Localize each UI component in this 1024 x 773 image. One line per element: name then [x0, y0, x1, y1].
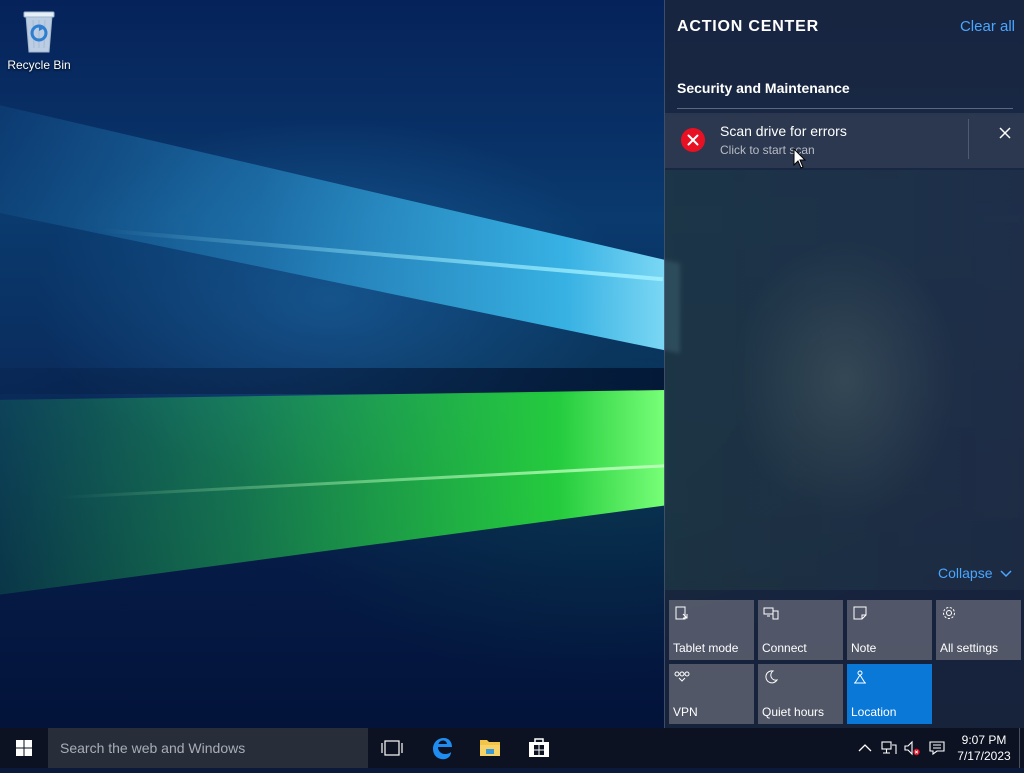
collapse-label: Collapse	[938, 565, 993, 581]
quick-action-label: Quiet hours	[762, 705, 825, 719]
task-view-icon	[381, 740, 403, 756]
quick-action-note[interactable]: Note	[847, 600, 932, 660]
quick-action-quiet-hours[interactable]: Quiet hours	[758, 664, 843, 724]
collapse-button[interactable]: Collapse	[938, 565, 1012, 581]
quick-action-label: VPN	[673, 705, 698, 719]
store-button[interactable]	[515, 728, 563, 768]
quick-action-location[interactable]: Location	[847, 664, 932, 724]
clock-date: 7/17/2023	[957, 749, 1011, 763]
vpn-icon	[674, 671, 690, 682]
moon-icon	[765, 670, 779, 684]
taskbar-search-box[interactable]: Search the web and Windows	[48, 728, 368, 768]
desktop-icon-recycle-bin[interactable]: Recycle Bin	[6, 8, 72, 72]
action-center-header: ACTION CENTER Clear all	[677, 18, 1015, 40]
edge-icon	[433, 738, 452, 760]
store-icon	[529, 738, 549, 757]
wallpaper-light-beam-top	[0, 57, 680, 364]
note-icon	[853, 606, 867, 620]
action-center-panel: ACTION CENTER Clear all Security and Mai…	[664, 0, 1024, 728]
quick-action-label: Note	[851, 641, 877, 655]
task-view-button[interactable]	[368, 728, 416, 768]
quick-action-label: Connect	[762, 641, 807, 655]
taskbar-clock[interactable]: 9:07 PM 7/17/2023	[950, 732, 1018, 764]
tablet-mode-icon	[675, 606, 688, 620]
network-icon[interactable]	[880, 739, 898, 757]
clock-time: 9:07 PM	[961, 733, 1007, 747]
notification-group-header[interactable]: Security and Maintenance	[677, 80, 1013, 109]
volume-muted-icon[interactable]	[903, 739, 921, 757]
chevron-up-icon[interactable]	[856, 739, 874, 757]
file-explorer-button[interactable]	[466, 728, 514, 768]
quick-action-label: Tablet mode	[673, 641, 739, 655]
recycle-bin-icon	[20, 8, 58, 54]
gear-icon	[943, 607, 955, 619]
action-center-backdrop	[665, 170, 1024, 590]
connect-icon	[763, 607, 779, 620]
quick-action-tablet-mode[interactable]: Tablet mode	[669, 600, 754, 660]
quick-action-label: All settings	[940, 641, 999, 655]
close-icon[interactable]	[995, 123, 1015, 143]
edge-button[interactable]	[418, 728, 466, 768]
quick-action-label: Location	[851, 705, 897, 719]
windows-logo-icon	[16, 740, 32, 756]
quick-action-vpn[interactable]: VPN	[669, 664, 754, 724]
action-center-title: ACTION CENTER	[677, 18, 819, 35]
error-icon	[681, 128, 705, 152]
taskbar: Search the web and Windows 9:07 PM 7/17/…	[0, 728, 1024, 768]
wallpaper-dark-band	[0, 368, 665, 394]
show-desktop-button[interactable]	[1019, 728, 1024, 768]
start-button[interactable]	[0, 728, 48, 768]
chevron-down-icon	[1000, 570, 1012, 578]
recycle-bin-label: Recycle Bin	[7, 58, 71, 72]
notification-separator	[968, 119, 969, 159]
search-placeholder: Search the web and Windows	[60, 740, 246, 756]
action-center-icon[interactable]	[928, 739, 946, 757]
location-icon	[854, 670, 866, 684]
notification-title: Scan drive for errors	[720, 123, 847, 139]
mouse-cursor-icon	[793, 148, 807, 169]
quick-action-connect[interactable]: Connect	[758, 600, 843, 660]
notification-scan-drive[interactable]: Scan drive for errors Click to start sca…	[665, 113, 1024, 168]
file-explorer-icon	[480, 740, 500, 756]
quick-action-all-settings[interactable]: All settings	[936, 600, 1021, 660]
clear-all-link[interactable]: Clear all	[960, 18, 1015, 35]
